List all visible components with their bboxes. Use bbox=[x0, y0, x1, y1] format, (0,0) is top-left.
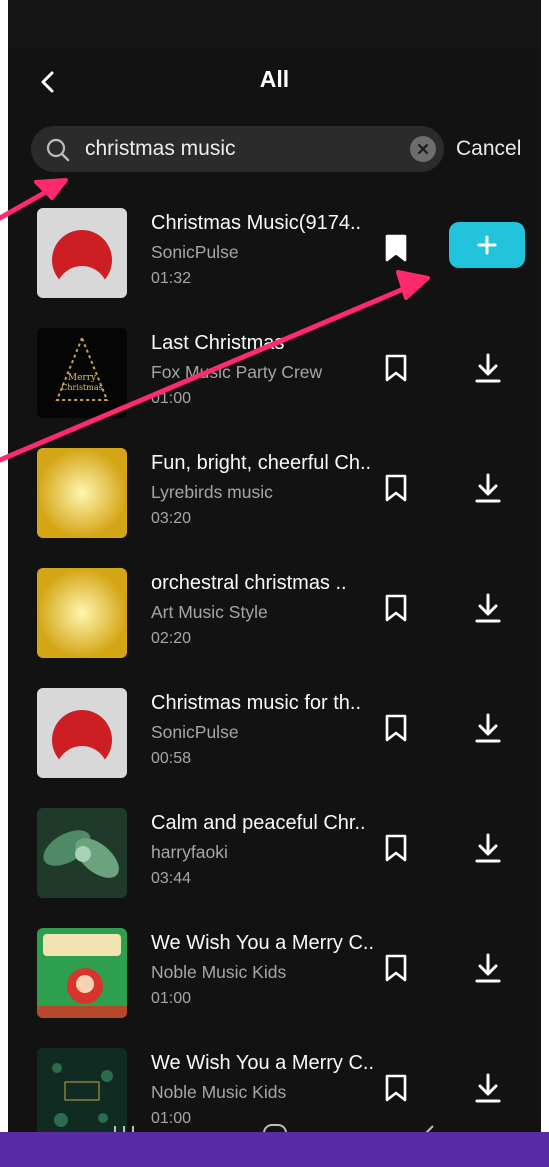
bookmark-icon bbox=[385, 714, 407, 742]
svg-text:Christmas: Christmas bbox=[61, 383, 102, 392]
track-duration: 03:20 bbox=[151, 510, 192, 527]
download-icon bbox=[475, 713, 501, 743]
track-artist: Art Music Style bbox=[151, 602, 268, 622]
track-title: Fun, bright, cheerful Ch.. bbox=[151, 452, 372, 474]
track-thumbnail[interactable]: Merry Christmas bbox=[37, 328, 127, 418]
track-duration: 02:20 bbox=[151, 630, 192, 647]
track-thumbnail[interactable] bbox=[37, 448, 127, 538]
search-bar[interactable] bbox=[31, 126, 444, 172]
track-artist: harryfaoki bbox=[151, 842, 228, 862]
download-button[interactable] bbox=[473, 712, 503, 744]
track-row[interactable]: Fun, bright, cheerful Ch.. Lyrebirds musi… bbox=[8, 440, 541, 560]
track-artist: Lyrebirds music bbox=[151, 482, 273, 502]
bookmark-button[interactable] bbox=[383, 233, 409, 263]
track-artist: SonicPulse bbox=[151, 242, 239, 262]
track-title: We Wish You a Merry C.. bbox=[151, 1052, 375, 1074]
bookmark-button[interactable] bbox=[383, 713, 409, 743]
track-title: orchestral christmas .. bbox=[151, 572, 347, 594]
track-row[interactable]: Merry Christmas Last Christmas Fox Music Pa… bbox=[8, 320, 541, 440]
download-icon bbox=[475, 353, 501, 383]
download-button[interactable] bbox=[473, 592, 503, 624]
bookmark-button[interactable] bbox=[383, 473, 409, 503]
track-thumbnail[interactable] bbox=[37, 928, 127, 1018]
download-button[interactable] bbox=[473, 472, 503, 504]
bookmark-icon bbox=[385, 354, 407, 382]
track-thumbnail[interactable] bbox=[37, 208, 127, 298]
plus-icon bbox=[477, 235, 497, 255]
bookmark-icon bbox=[385, 474, 407, 502]
close-icon bbox=[417, 143, 429, 155]
track-title: Last Christmas bbox=[151, 332, 285, 354]
status-bar bbox=[8, 0, 541, 48]
search-input[interactable] bbox=[85, 126, 395, 172]
track-artist: Fox Music Party Crew bbox=[151, 362, 323, 382]
track-thumbnail[interactable] bbox=[37, 688, 127, 778]
download-button[interactable] bbox=[473, 952, 503, 984]
bookmark-button[interactable] bbox=[383, 953, 409, 983]
track-duration: 00:58 bbox=[151, 750, 192, 767]
download-button[interactable] bbox=[473, 832, 503, 864]
track-artist: Noble Music Kids bbox=[151, 962, 287, 982]
track-title: Christmas Music(9174.. bbox=[151, 212, 362, 234]
track-row[interactable]: orchestral christmas .. Art Music Style 02… bbox=[8, 560, 541, 680]
clear-search-button[interactable] bbox=[410, 136, 436, 162]
bookmark-icon bbox=[385, 234, 407, 262]
track-duration: 01:00 bbox=[151, 990, 192, 1007]
download-icon bbox=[475, 953, 501, 983]
cancel-button[interactable]: Cancel bbox=[456, 134, 521, 164]
track-thumbnail[interactable] bbox=[37, 808, 127, 898]
svg-text:Merry: Merry bbox=[68, 373, 97, 383]
bottom-band bbox=[0, 1132, 549, 1167]
track-title: Christmas music for th.. bbox=[151, 692, 362, 714]
bookmark-button[interactable] bbox=[383, 353, 409, 383]
page-title: All bbox=[259, 66, 290, 92]
track-thumbnail[interactable] bbox=[37, 568, 127, 658]
download-icon bbox=[475, 473, 501, 503]
bookmark-icon bbox=[385, 594, 407, 622]
bookmark-button[interactable] bbox=[383, 593, 409, 623]
track-row[interactable]: Christmas music for th.. SonicPulse 00:58 bbox=[8, 680, 541, 800]
track-title: We Wish You a Merry C.. bbox=[151, 932, 375, 954]
download-icon bbox=[475, 833, 501, 863]
download-icon bbox=[475, 593, 501, 623]
track-artist: SonicPulse bbox=[151, 722, 239, 742]
download-button[interactable] bbox=[473, 352, 503, 384]
track-duration: 01:00 bbox=[151, 390, 192, 407]
add-track-button[interactable] bbox=[449, 222, 525, 268]
track-title: Calm and peaceful Chr.. bbox=[151, 812, 366, 834]
track-duration: 03:44 bbox=[151, 870, 192, 887]
app-screen: All Cancel Christmas Music(9174.. SonicPu… bbox=[8, 0, 541, 1148]
track-row[interactable]: Calm and peaceful Chr.. harryfaoki 03:44 bbox=[8, 800, 541, 920]
search-icon bbox=[46, 138, 70, 162]
bookmark-button[interactable] bbox=[383, 833, 409, 863]
track-row[interactable]: Christmas Music(9174.. SonicPulse 01:32 bbox=[8, 200, 541, 320]
track-duration: 01:32 bbox=[151, 270, 192, 287]
bookmark-icon bbox=[385, 954, 407, 982]
track-row[interactable]: We Wish You a Merry C.. Noble Music Kids 0… bbox=[8, 920, 541, 1040]
bookmark-icon bbox=[385, 834, 407, 862]
